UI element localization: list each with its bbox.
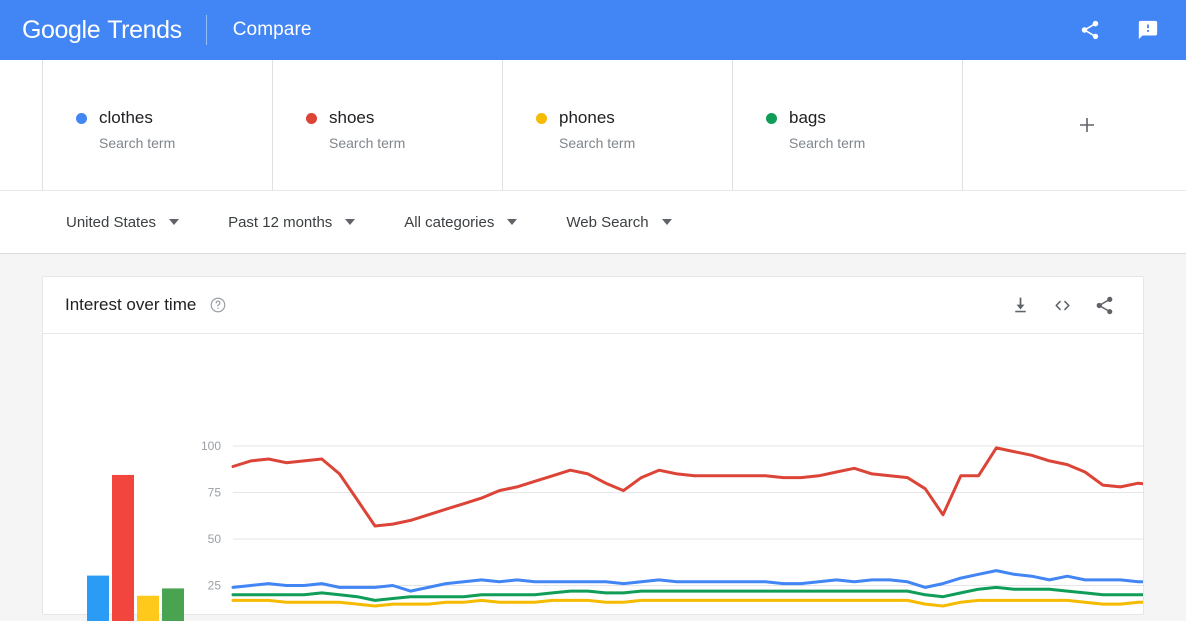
add-comparison-button[interactable]	[1069, 107, 1105, 143]
google-trends-logo[interactable]: Google Trends	[22, 16, 182, 45]
average-bar-bags[interactable]	[162, 588, 184, 621]
y-tick-label-50: 50	[208, 532, 222, 546]
term-color-dot-3	[766, 112, 777, 124]
main-content: Interest over time 25 50 75 100	[0, 254, 1186, 621]
page-title: Compare	[232, 19, 312, 40]
chart-gridlines: 25 50 75 100	[201, 439, 1143, 593]
series-line-shoes[interactable]	[231, 446, 1143, 528]
search-term-card-2[interactable]: phones Search term	[502, 60, 732, 190]
series-line-phones[interactable]	[231, 598, 1143, 608]
interest-over-time-chart[interactable]: 255075100Feb 9, 2020Jun 14, 2020Oct 18, …	[43, 334, 1143, 621]
filter-category[interactable]: All categories	[404, 213, 518, 231]
add-term-cell	[962, 60, 1186, 190]
search-term-card-3[interactable]: bags Search term	[732, 60, 962, 190]
filter-search-type-label: Web Search	[566, 213, 649, 231]
term-header-2: phones	[536, 107, 732, 129]
filter-location[interactable]: United States	[66, 213, 180, 231]
term-subtitle-1: Search term	[329, 135, 406, 151]
term-subtitle-0: Search term	[99, 135, 176, 151]
chevron-down-icon	[507, 219, 518, 225]
interest-over-time-card: Interest over time 25 50 75 100	[42, 276, 1144, 621]
header-divider	[205, 15, 207, 45]
interest-card-title: Interest over time	[65, 295, 197, 314]
filter-category-label: All categories	[404, 213, 495, 231]
average-bar-shoes[interactable]	[112, 474, 134, 621]
y-tick-label-75: 75	[208, 486, 222, 500]
feedback-icon[interactable]	[1128, 10, 1168, 50]
search-term-card-0[interactable]: clothes Search term	[42, 60, 272, 190]
search-terms-row: clothes Search term shoes Search term ph…	[0, 60, 1186, 191]
chevron-down-icon	[345, 219, 356, 225]
term-color-dot-2	[536, 112, 547, 124]
term-color-dot-0	[76, 112, 87, 124]
logo-trends-text: Trends	[107, 15, 182, 44]
filter-search-type[interactable]: Web Search	[566, 213, 672, 231]
y-tick-label-100: 100	[201, 439, 221, 453]
interest-card-header: Interest over time	[43, 277, 1143, 334]
term-subtitle-3: Search term	[789, 135, 866, 151]
download-icon[interactable]	[1003, 288, 1037, 322]
series-line-bags[interactable]	[231, 585, 1143, 602]
filter-time-range-label: Past 12 months	[228, 213, 333, 231]
logo-google-text: Google	[22, 15, 101, 44]
term-header-1: shoes	[306, 107, 502, 129]
average-bar-phones[interactable]	[137, 595, 159, 621]
y-tick-label-25: 25	[208, 579, 222, 593]
term-name-3: bags	[789, 108, 826, 127]
chart-area[interactable]: 255075100Feb 9, 2020Jun 14, 2020Oct 18, …	[43, 334, 1143, 621]
embed-code-icon[interactable]	[1045, 288, 1079, 322]
filter-time-range[interactable]: Past 12 months	[228, 213, 356, 231]
filter-location-label: United States	[66, 213, 157, 231]
average-bar-clothes[interactable]	[87, 575, 109, 621]
help-circle-icon[interactable]	[209, 296, 227, 314]
term-header-0: clothes	[76, 107, 272, 129]
term-name-2: phones	[559, 108, 615, 127]
chevron-down-icon	[169, 219, 180, 225]
share-icon[interactable]	[1087, 288, 1121, 322]
average-bar-chart: Average	[87, 474, 184, 621]
filter-bar: United States Past 12 months All categor…	[0, 191, 1186, 254]
term-name-0: clothes	[99, 108, 153, 127]
app-header: Google Trends Compare	[0, 0, 1186, 60]
term-header-3: bags	[766, 107, 962, 129]
term-subtitle-2: Search term	[559, 135, 636, 151]
chart-series-group	[231, 446, 1143, 608]
search-term-card-1[interactable]: shoes Search term	[272, 60, 502, 190]
term-color-dot-1	[306, 112, 317, 124]
share-icon[interactable]	[1070, 10, 1110, 50]
term-name-1: shoes	[329, 108, 375, 127]
interest-card-actions	[995, 288, 1121, 322]
chevron-down-icon	[661, 219, 672, 225]
plus-icon	[1080, 118, 1094, 132]
